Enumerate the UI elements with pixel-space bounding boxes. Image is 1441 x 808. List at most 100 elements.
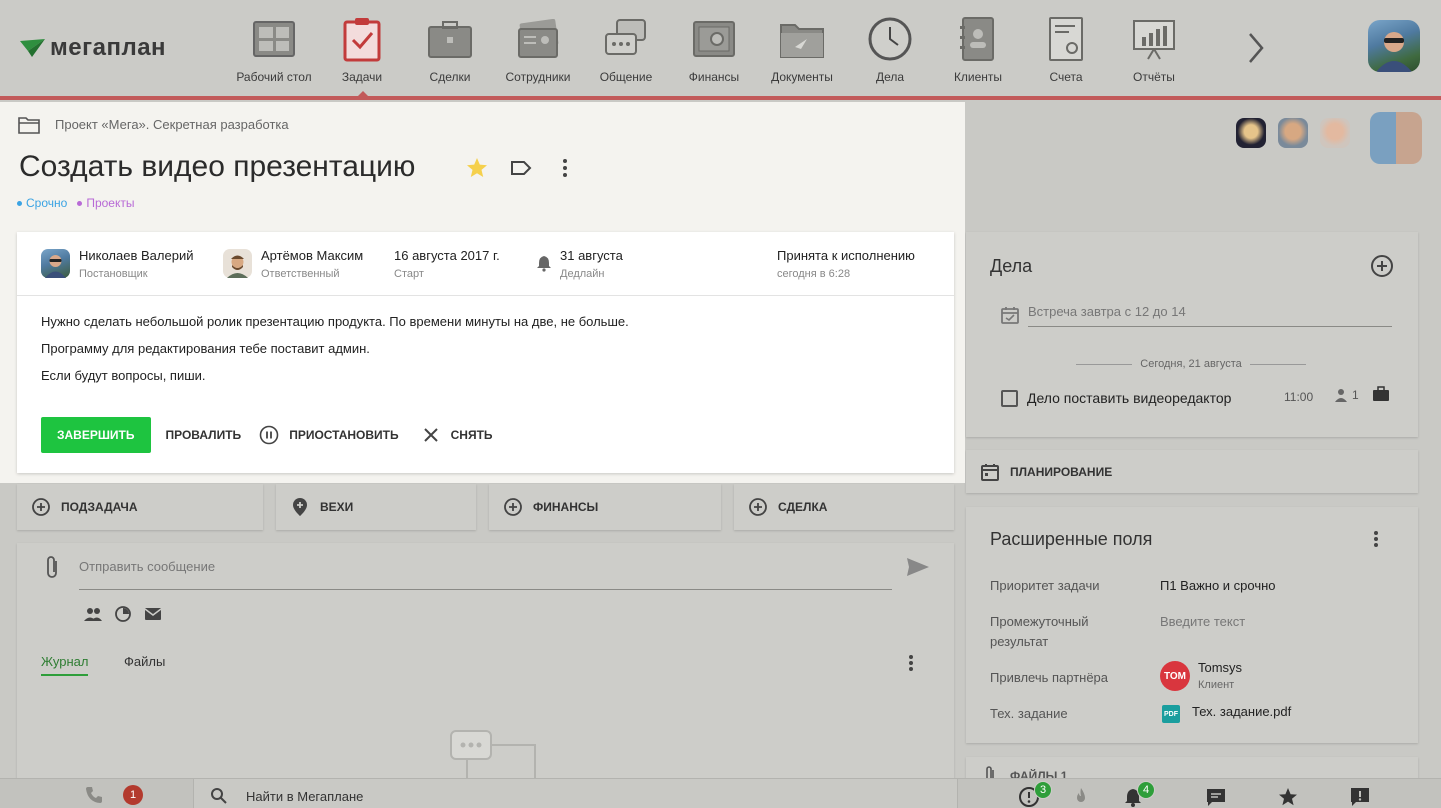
nav-item-communication[interactable]: Общение: [582, 0, 670, 96]
nav-item-finance[interactable]: Финансы: [670, 0, 758, 96]
megaplan-logo[interactable]: мегаплан: [18, 34, 166, 62]
subtask-label: ПОДЗАДАЧА: [61, 500, 138, 514]
global-search[interactable]: Найти в Мегаплане: [193, 779, 958, 808]
milestones-button[interactable]: ВЕХИ: [276, 484, 476, 530]
nav-label: Рабочий стол: [236, 70, 312, 84]
send-icon[interactable]: [905, 556, 931, 578]
participants-group-avatar[interactable]: [1370, 112, 1422, 164]
participant-avatar[interactable]: [1236, 118, 1266, 148]
calls-badge[interactable]: 1: [123, 785, 143, 805]
tab-files[interactable]: Файлы: [124, 654, 165, 669]
assignee-name[interactable]: Артёмов Максим: [261, 248, 363, 263]
author-avatar[interactable]: [41, 249, 70, 278]
task-status[interactable]: Принята к исполнению: [777, 248, 915, 263]
task-actions: ЗАВЕРШИТЬ ПРОВАЛИТЬ ПРИОСТАНОВИТЬ СНЯТЬ: [41, 417, 493, 453]
partner-name[interactable]: Tomsys: [1198, 660, 1242, 675]
field-label: Приоритет задачи: [990, 578, 1100, 593]
date-separator: Сегодня, 21 августа: [1076, 358, 1307, 370]
chevron-right-icon[interactable]: [1240, 28, 1270, 68]
nav-item-affairs[interactable]: Дела: [846, 0, 934, 96]
pause-label: ПРИОСТАНОВИТЬ: [289, 428, 399, 442]
affair-participants: 1: [1334, 388, 1359, 402]
search-placeholder: Найти в Мегаплане: [246, 789, 364, 804]
person-icon: [1335, 389, 1347, 402]
task-meta: Николаев Валерий Постановщик Артёмов Мак…: [17, 232, 954, 296]
author-photo: [45, 255, 66, 278]
deal-button[interactable]: СДЕЛКА: [734, 484, 954, 530]
remove-button[interactable]: СНЯТЬ: [421, 425, 493, 445]
add-circle-icon[interactable]: [1370, 254, 1394, 278]
field-label: Привлечь партнёра: [990, 670, 1109, 685]
nav-label: Общение: [599, 70, 653, 84]
clock-icon: [868, 17, 912, 61]
nav-item-deals[interactable]: Сделки: [406, 0, 494, 96]
nav-item-reports[interactable]: Отчёты: [1110, 0, 1198, 96]
nav-item-tasks[interactable]: Задачи: [318, 0, 406, 96]
alerts-badge[interactable]: 3: [1034, 781, 1052, 799]
message-card: Отправить сообщение Журнал Файлы: [17, 543, 954, 783]
message-input[interactable]: Отправить сообщение: [79, 557, 892, 590]
tag-urgent[interactable]: Срочно: [17, 196, 67, 210]
pause-button[interactable]: ПРИОСТАНОВИТЬ: [259, 425, 399, 445]
affair-checkbox[interactable]: [1001, 390, 1018, 407]
nav-item-desktop[interactable]: Рабочий стол: [230, 0, 318, 96]
planning-button[interactable]: ПЛАНИРОВАНИЕ: [966, 450, 1418, 493]
assignee-role: Ответственный: [261, 268, 340, 280]
description-line: Программу для редактирования тебе постав…: [41, 341, 370, 356]
participant-avatar[interactable]: [1320, 118, 1350, 148]
star-icon[interactable]: [1277, 786, 1299, 808]
more-vert-icon[interactable]: [559, 157, 571, 179]
bell-icon: [537, 256, 551, 272]
people-icon[interactable]: [83, 605, 103, 623]
paperclip-icon[interactable]: [41, 555, 63, 581]
priority-value[interactable]: П1 Важно и срочно: [1160, 576, 1276, 596]
fail-button[interactable]: ПРОВАЛИТЬ: [166, 428, 242, 442]
more-vert-icon[interactable]: [1370, 529, 1382, 549]
tag-color-dot: [77, 200, 83, 206]
timer-icon[interactable]: [113, 605, 133, 623]
finance-button[interactable]: ФИНАНСЫ: [489, 484, 721, 530]
folder-icon: [780, 24, 824, 58]
nav-label: Сделки: [429, 70, 471, 84]
nav-item-employees[interactable]: Сотрудники: [494, 0, 582, 96]
tag-label-icon[interactable]: [510, 159, 532, 177]
invoice-icon: [1049, 17, 1083, 61]
tag-projects[interactable]: Проекты: [77, 196, 134, 210]
phone-icon[interactable]: [84, 785, 104, 805]
assignee-avatar[interactable]: [223, 249, 252, 278]
calendar-icon: [981, 464, 999, 481]
author-name[interactable]: Николаев Валерий: [79, 248, 193, 263]
notifications-badge[interactable]: 4: [1137, 781, 1155, 799]
comment-icon[interactable]: [1205, 786, 1227, 808]
start-date[interactable]: 16 августа 2017 г.: [394, 248, 500, 263]
subtask-button[interactable]: ПОДЗАДАЧА: [17, 484, 263, 530]
user-avatar[interactable]: [1368, 20, 1420, 72]
extended-fields-card: Расширенные поля Приоритет задачи П1 Важ…: [966, 507, 1418, 743]
tab-journal[interactable]: Журнал: [41, 654, 89, 676]
bottom-bar: 1 Найти в Мегаплане 3 4: [0, 778, 1441, 808]
more-vert-icon[interactable]: [905, 653, 917, 673]
fire-icon[interactable]: [1070, 786, 1092, 808]
project-breadcrumb[interactable]: Проект «Мега». Секретная разработка: [55, 117, 289, 132]
mail-icon[interactable]: [143, 605, 163, 623]
deadline-date[interactable]: 31 августа: [560, 248, 623, 263]
feedback-icon[interactable]: [1349, 786, 1371, 808]
task-card: Николаев Валерий Постановщик Артёмов Мак…: [17, 232, 954, 473]
active-section-underline: [0, 96, 1441, 100]
field-label: Промежуточный результат: [990, 614, 1089, 649]
spec-file-link[interactable]: Тех. задание.pdf: [1192, 704, 1291, 719]
nav-item-clients[interactable]: Клиенты: [934, 0, 1022, 96]
task-tags: Срочно Проекты: [17, 196, 134, 210]
star-favorite-icon[interactable]: [466, 157, 488, 179]
intermediate-result-input[interactable]: Введите текст: [1160, 612, 1245, 632]
affair-quick-input[interactable]: Встреча завтра с 12 до 14: [1028, 302, 1392, 327]
nav-item-invoices[interactable]: Счета: [1022, 0, 1110, 96]
participant-avatar[interactable]: [1278, 118, 1308, 148]
participants-list: [1236, 118, 1350, 148]
affair-title[interactable]: Дело поставить видеоредактор: [1027, 390, 1231, 406]
task-title[interactable]: Создать видео презентацию: [19, 150, 415, 184]
partner-role: Клиент: [1198, 679, 1235, 691]
briefcase-icon: [1373, 386, 1389, 401]
complete-button[interactable]: ЗАВЕРШИТЬ: [41, 417, 151, 453]
nav-item-documents[interactable]: Документы: [758, 0, 846, 96]
